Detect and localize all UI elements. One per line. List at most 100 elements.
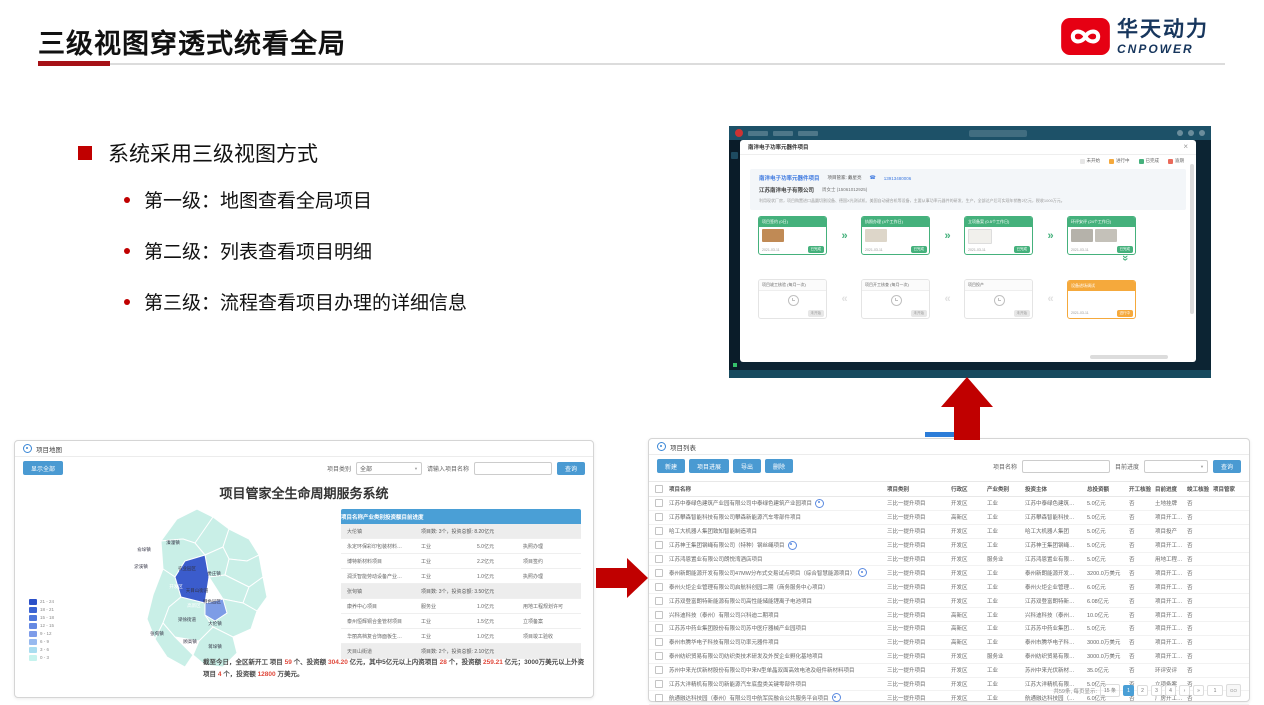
map-region-label[interactable]: 顾高镇 [183, 639, 197, 645]
map-region-label[interactable]: 俞垛镇 [137, 547, 151, 553]
map-region-label[interactable]: 梁徐街道 [178, 617, 196, 623]
row-checkbox[interactable] [655, 638, 663, 646]
page-button[interactable]: 1 [1123, 685, 1134, 696]
topbar-user-icon[interactable] [1199, 130, 1205, 136]
flow-stage-card[interactable]: 立项备案 (0.5个工作日) 2021-03-11 已完成 [964, 216, 1033, 255]
search-button[interactable]: 查询 [1213, 460, 1241, 473]
row-checkbox[interactable] [655, 652, 663, 660]
map-region-label[interactable]: 高新区 [187, 603, 201, 609]
map-region-label[interactable]: 农业园区 [178, 566, 196, 572]
vertical-scrollbar[interactable] [1190, 164, 1194, 314]
table-row[interactable]: 泰州新朗能源开发有限公司47MW分布式交易试点项目（综合智慧能源项目） 三比一提… [649, 566, 1249, 580]
row-checkbox[interactable] [655, 611, 663, 619]
stage-attachment-thumbnail[interactable] [762, 229, 784, 242]
flow-stage-card[interactable]: 环评安评 (24个工作日) 2021-03-11 已完成 [1067, 216, 1136, 255]
table-row[interactable]: 江苏中泰绿色建筑产业园有限公司中泰绿色建筑产业园项目 三比一提升项目 开发区 工… [649, 497, 1249, 511]
row-checkbox[interactable] [655, 666, 663, 674]
table-row[interactable]: 康养中心项目 服务业 1.0亿元 用地工程规划许可 [341, 599, 581, 614]
eye-icon[interactable] [815, 499, 824, 508]
map-region-label[interactable]: 开发区 [169, 584, 183, 590]
topbar-bell-icon[interactable] [1177, 130, 1183, 136]
stage-attachment-thumbnail[interactable] [1095, 229, 1117, 242]
map-region-label[interactable]: 大伦镇 [208, 621, 222, 627]
project-name-input[interactable] [1022, 460, 1110, 473]
map-region-label[interactable]: 娄庄镇 [207, 571, 221, 577]
close-icon[interactable]: × [1183, 143, 1188, 151]
eye-icon[interactable] [788, 541, 797, 550]
project-name-link[interactable]: 南洋电子功率元器件项目 [759, 174, 820, 182]
row-checkbox[interactable] [655, 527, 663, 535]
show-all-button[interactable]: 显示全部 [23, 461, 63, 475]
topbar-menu-item[interactable] [773, 131, 793, 136]
table-row[interactable]: 苏州中来光伏新材股份有限公司中来N型单晶双面高效电池及组件新材料项目 三比一提升… [649, 664, 1249, 678]
table-row[interactable]: 大伦镇 项目数: 3个，投资总额: 8.20亿元 [341, 524, 581, 539]
project-type-select[interactable]: 全部 ▼ [356, 462, 422, 475]
goto-page-input[interactable] [1207, 685, 1223, 696]
page-button[interactable]: » [1193, 685, 1204, 696]
tab-project-map[interactable]: 项目地图 [15, 441, 593, 457]
list-action-button[interactable]: 导出 [733, 459, 761, 473]
project-name-input[interactable] [474, 462, 552, 475]
map-region-label[interactable]: 特色园区 [203, 599, 221, 605]
page-button[interactable]: › [1179, 685, 1190, 696]
row-checkbox[interactable] [655, 555, 663, 563]
row-checkbox[interactable] [655, 583, 663, 591]
flow-stage-card[interactable]: 项目签约 (0日) 2021-03-11 已完成 [758, 216, 827, 255]
row-checkbox[interactable] [655, 680, 663, 688]
horizontal-scrollbar[interactable] [1090, 355, 1168, 359]
list-action-button[interactable]: 项目进展 [689, 459, 729, 473]
topbar-menu-item[interactable] [748, 131, 768, 136]
row-checkbox[interactable] [655, 694, 663, 702]
map-region-label[interactable]: 溱潼镇 [166, 540, 180, 546]
side-rail-icon[interactable] [731, 152, 738, 159]
table-row[interactable]: 张甸镇 项目数: 3个，投资总额: 3.50亿元 [341, 584, 581, 599]
table-row[interactable]: 江苏神王集团钢绳有限公司（特种）钢丝绳项目 三比一提升项目 开发区 工业 江苏神… [649, 539, 1249, 553]
page-button[interactable]: 2 [1137, 685, 1148, 696]
table-row[interactable]: 润沃智能劳动设备产业… 工业 1.0亿元 执照办理 [341, 569, 581, 584]
table-row[interactable]: 永定环保彩印包装材料… 工业 5.0亿元 执照办理 [341, 539, 581, 554]
eye-icon[interactable] [832, 693, 841, 702]
table-row[interactable]: 兴科迪科技（泰州）有限公司兴科迪二期项目 三比一提升项目 高新区 工业 兴科迪科… [649, 608, 1249, 622]
page-size-select[interactable]: 15 条 [1100, 684, 1120, 697]
search-button[interactable]: 查询 [557, 462, 585, 475]
table-row[interactable]: 哈工大机器人集团致知智能制造项目 三比一提升项目 开发区 工业 哈工大机器人集团… [649, 525, 1249, 539]
table-row[interactable]: 泰州市腾华电子科技有限公司功率元器件项目 三比一提升项目 高新区 工业 泰州市腾… [649, 636, 1249, 650]
stage-attachment-thumbnail[interactable] [968, 229, 992, 244]
page-button[interactable]: 4 [1165, 685, 1176, 696]
select-all-checkbox[interactable] [655, 485, 663, 493]
row-checkbox[interactable] [655, 499, 663, 507]
row-checkbox[interactable] [655, 541, 663, 549]
row-checkbox[interactable] [655, 597, 663, 605]
flow-stage-card[interactable]: 项目竣工核验 (每月一次) 未开始 [758, 279, 827, 319]
table-row[interactable]: 江苏苏中药业集团股份有限公司苏中医疗器械产业园项目 三比一提升项目 高新区 工业… [649, 622, 1249, 636]
choropleth-map[interactable]: 俞垛镇 溱潼镇 淤溪镇 农业园区 娄庄镇 开发区 天目山街道 特色园区 高新区 [101, 499, 336, 679]
map-region-label[interactable]: 张甸镇 [150, 631, 164, 637]
tab-project-list[interactable]: 项目列表 [649, 439, 1249, 455]
table-row[interactable]: 泰州纺织贸易有限公司纺织类技术研发及外贸企业孵化基地项目 三比一提升项目 开发区… [649, 650, 1249, 664]
progress-select[interactable]: ▼ [1144, 460, 1208, 473]
goto-button[interactable]: GO [1226, 684, 1241, 697]
row-checkbox[interactable] [655, 569, 663, 577]
table-row[interactable]: 泰州火炬企业管理有限公司启航科创园二期（商务服务中心项目） 三比一提升项目 开发… [649, 580, 1249, 594]
table-row[interactable]: 江苏攀森智能科技有限公司攀森新能源汽车零部件项目 三比一提升项目 高新区 工业 … [649, 511, 1249, 525]
flow-stage-card[interactable]: 执照办理 (4个工作日) 2021-03-11 已完成 [861, 216, 930, 255]
flow-stage-card[interactable]: 设备进场调试 2021-03-11 进行中 [1067, 280, 1136, 319]
stage-attachment-thumbnail[interactable] [1071, 229, 1093, 242]
topbar-menu-item[interactable] [798, 131, 818, 136]
table-row[interactable]: 江苏双登富朗特新能源有限公司高性能储能锂离子电池项目 三比一提升项目 开发区 工… [649, 594, 1249, 608]
stage-attachment-thumbnail[interactable] [865, 229, 887, 242]
list-action-button[interactable]: 删除 [765, 459, 793, 473]
flow-stage-card[interactable]: 项目开工核查 (每月一次) 未开始 [861, 279, 930, 319]
row-checkbox[interactable] [655, 513, 663, 521]
topbar-help-icon[interactable] [1188, 130, 1194, 136]
table-row[interactable]: 泰州恒辉铜合金管材项目 工业 1.5亿元 立项备案 [341, 614, 581, 629]
eye-icon[interactable] [858, 568, 867, 577]
page-button[interactable]: 3 [1151, 685, 1162, 696]
map-region-label[interactable]: 天目山街道 [186, 588, 209, 594]
row-checkbox[interactable] [655, 624, 663, 632]
map-region-label[interactable]: 淤溪镇 [134, 564, 148, 570]
list-action-button[interactable]: 新建 [657, 459, 685, 473]
table-row[interactable]: 江苏鸿恩置业有限公司朗悦湾酒店项目 三比一提升项目 开发区 服务业 江苏鸿恩置业… [649, 553, 1249, 567]
table-row[interactable]: 华丽高档复合饰面板生… 工业 1.0亿元 项目竣工验收 [341, 629, 581, 644]
map-region-label[interactable]: 蒋垛镇 [208, 644, 222, 650]
